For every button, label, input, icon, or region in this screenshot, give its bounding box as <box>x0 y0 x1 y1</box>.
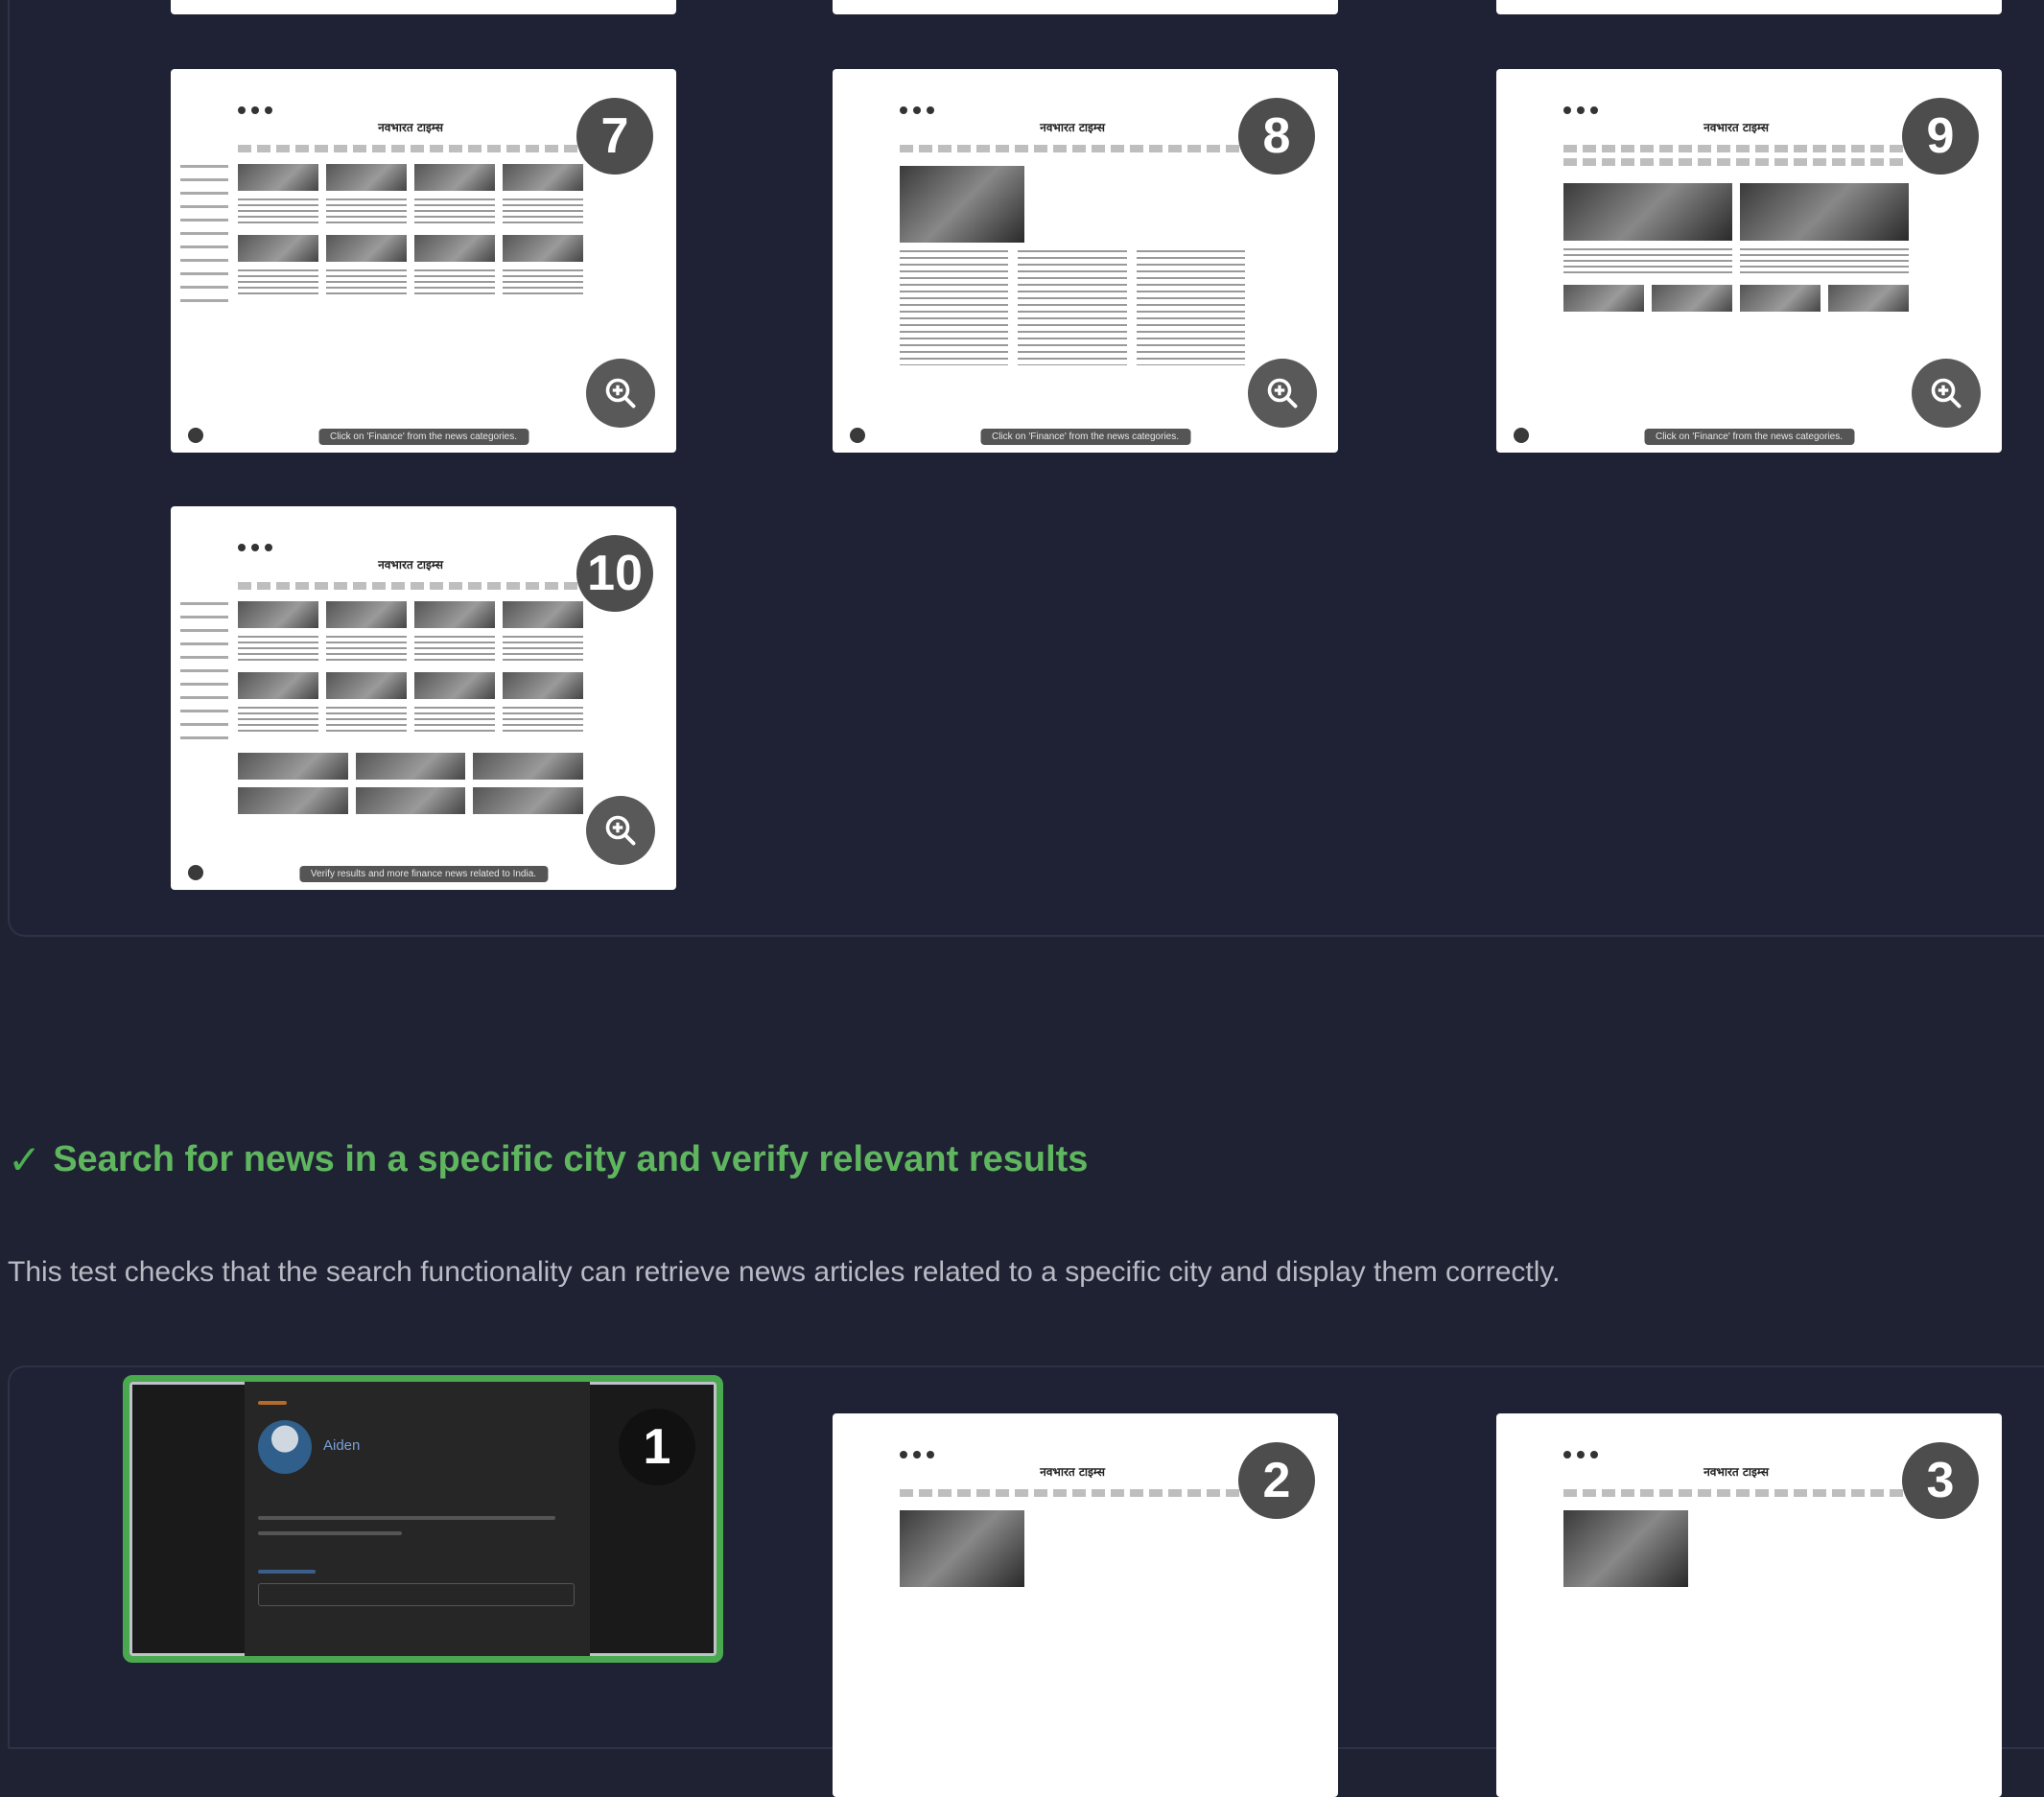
thumbnail-step-1[interactable]: Aiden 1 <box>123 1375 723 1663</box>
thumbnail-step-3[interactable]: नवभारत टाइम्स 3 <box>1496 1413 2002 1797</box>
thumbnail-step-2[interactable]: नवभारत टाइम्स 2 <box>833 1413 1338 1797</box>
page-preview: नवभारत टाइम्स <box>1563 106 1909 312</box>
thumbnail-step-10[interactable]: नवभारत टाइम्स 10 Verify results and more… <box>171 506 676 890</box>
test-description: This test checks that the search functio… <box>8 1256 1561 1288</box>
info-icon <box>850 428 865 443</box>
thumbnail-partial-6[interactable] <box>1496 0 2002 14</box>
step-caption: Click on 'Finance' from the news categor… <box>979 429 1191 445</box>
page-preview: नवभारत टाइम्स <box>900 106 1245 365</box>
page-preview: नवभारत टाइम्स <box>180 544 583 814</box>
zoom-in-button[interactable] <box>586 359 655 428</box>
test-title-text: Search for news in a specific city and v… <box>53 1139 1089 1179</box>
info-icon <box>188 428 203 443</box>
user-name: Aiden <box>323 1437 361 1454</box>
page-preview: नवभारत टाइम्स <box>900 1451 1245 1587</box>
zoom-in-icon <box>1931 378 1962 408</box>
avatar <box>258 1420 312 1474</box>
url-field <box>258 1583 575 1606</box>
page-preview: नवभारत टाइम्स <box>1563 1451 1909 1587</box>
step-number-badge: 3 <box>1902 1442 1979 1519</box>
step-caption: Click on 'Finance' from the news categor… <box>317 429 529 445</box>
thumbnail-step-9[interactable]: नवभारत टाइम्स 9 Click on 'Finance' from … <box>1496 69 2002 453</box>
page-preview: नवभारत टाइम्स <box>180 106 583 309</box>
step-number-badge: 2 <box>1238 1442 1315 1519</box>
zoom-in-button[interactable] <box>1248 359 1317 428</box>
info-icon <box>188 865 203 880</box>
chat-preview: Aiden <box>245 1382 590 1656</box>
thumbnail-partial-5[interactable] <box>833 0 1338 14</box>
test-title: ✓ Search for news in a specific city and… <box>8 1136 1088 1183</box>
thumbnail-partial-4[interactable] <box>171 0 676 14</box>
thumbnail-step-8[interactable]: नवभारत टाइम्स 8 Click on 'Finance' from … <box>833 69 1338 453</box>
step-number-badge: 10 <box>576 535 653 612</box>
zoom-in-icon <box>605 378 636 408</box>
info-icon <box>1514 428 1529 443</box>
check-icon: ✓ <box>8 1137 42 1182</box>
step-number-badge: 9 <box>1902 98 1979 175</box>
zoom-in-icon <box>1267 378 1298 408</box>
step-number-badge: 7 <box>576 98 653 175</box>
zoom-in-button[interactable] <box>1912 359 1981 428</box>
thumbnail-step-7[interactable]: नवभारत टाइम्स 7 Click on 'Finance' from … <box>171 69 676 453</box>
step-number-badge: 1 <box>619 1409 695 1485</box>
step-number-badge: 8 <box>1238 98 1315 175</box>
zoom-in-button[interactable] <box>586 796 655 865</box>
step-caption: Verify results and more finance news rel… <box>298 866 549 882</box>
step-caption: Click on 'Finance' from the news categor… <box>1643 429 1855 445</box>
zoom-in-icon <box>605 815 636 846</box>
